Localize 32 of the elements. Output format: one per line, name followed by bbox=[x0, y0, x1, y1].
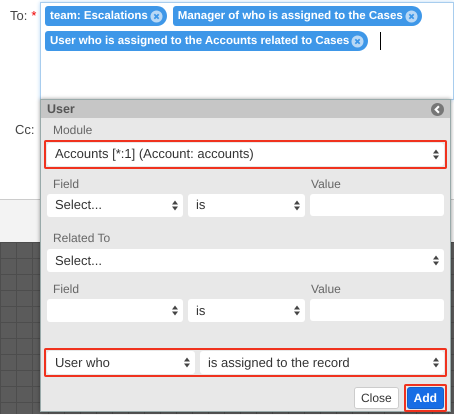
up-down-icon bbox=[433, 255, 439, 266]
field-label: Value bbox=[310, 176, 342, 192]
operator-select[interactable]: is bbox=[188, 194, 305, 216]
remove-icon[interactable] bbox=[150, 10, 163, 22]
operator-select[interactable]: is bbox=[188, 299, 305, 322]
up-down-icon bbox=[172, 305, 178, 316]
dialog-title: User bbox=[47, 100, 75, 118]
module-select[interactable]: Accounts [*:1] (Account: accounts) bbox=[47, 142, 444, 166]
up-down-icon bbox=[184, 357, 190, 368]
remove-icon[interactable] bbox=[404, 10, 418, 22]
back-icon[interactable] bbox=[431, 102, 444, 116]
cc-label: Cc: bbox=[15, 121, 34, 139]
field-label: Related To bbox=[52, 230, 110, 246]
user-select[interactable]: User who bbox=[47, 351, 195, 374]
field-label: Field bbox=[52, 176, 80, 192]
close-button[interactable]: Close bbox=[354, 387, 399, 409]
condition-select[interactable]: is assigned to the record bbox=[200, 351, 444, 374]
field-label: Field bbox=[52, 282, 80, 297]
field-label: Module bbox=[52, 123, 92, 138]
remove-icon[interactable] bbox=[351, 34, 364, 48]
field-label: Value bbox=[310, 282, 342, 297]
up-down-icon bbox=[433, 357, 439, 368]
add-button[interactable]: Add bbox=[406, 387, 444, 409]
text-cursor bbox=[380, 32, 382, 50]
up-down-icon bbox=[294, 200, 300, 210]
up-down-icon bbox=[172, 200, 178, 210]
field-select[interactable] bbox=[47, 299, 183, 322]
up-down-icon bbox=[294, 305, 300, 316]
field-select[interactable]: Select... bbox=[47, 194, 183, 216]
up-down-icon bbox=[433, 148, 439, 160]
related-select[interactable]: Select... bbox=[47, 249, 444, 272]
to-label: To: * bbox=[10, 7, 36, 25]
